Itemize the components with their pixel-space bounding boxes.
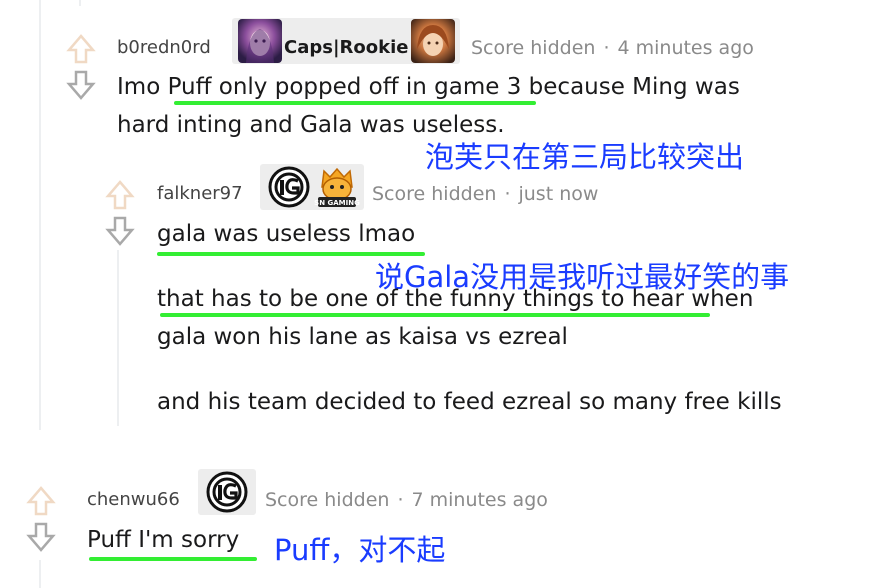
caps-avatar-icon bbox=[238, 19, 282, 63]
comment-1-annotation: 泡芙只在第三局比较突出 bbox=[425, 140, 745, 174]
thread-line-nested[interactable] bbox=[117, 250, 119, 426]
ig-logo-icon bbox=[205, 470, 249, 514]
comment-1-score: Score hidden bbox=[471, 37, 596, 59]
comment-2-score: Score hidden bbox=[372, 183, 497, 205]
comment-2-timestamp[interactable]: just now bbox=[518, 183, 598, 205]
comment-1-timestamp[interactable]: 4 minutes ago bbox=[617, 37, 753, 59]
thread-line-top[interactable] bbox=[39, 0, 41, 430]
meta-separator: · bbox=[603, 37, 610, 59]
comment-3-timestamp[interactable]: 7 minutes ago bbox=[411, 489, 547, 511]
comment-3-meta: Score hidden · 7 minutes ago bbox=[265, 489, 548, 511]
comment-1-username[interactable]: b0redn0rd bbox=[117, 37, 211, 58]
vote-controls-comment-1 bbox=[66, 34, 96, 100]
upvote-icon[interactable] bbox=[26, 486, 56, 552]
thread-line-upper-stub bbox=[79, 0, 81, 6]
upvote-icon[interactable] bbox=[105, 180, 135, 246]
comment-3-highlight-underline bbox=[89, 557, 257, 561]
comment-2-highlight-underline-2 bbox=[160, 313, 710, 317]
comment-3-body: Puff I'm sorry bbox=[87, 527, 240, 553]
comment-2-username[interactable]: falkner97 bbox=[157, 183, 243, 204]
upvote-icon[interactable] bbox=[66, 34, 96, 100]
comment-3-annotation: Puff，对不起 bbox=[274, 533, 446, 567]
comment-3-score: Score hidden bbox=[265, 489, 390, 511]
vote-controls-comment-2 bbox=[105, 180, 135, 246]
comment-3-username[interactable]: chenwu66 bbox=[87, 489, 180, 510]
comment-2-paragraph-1: gala was useless lmao bbox=[157, 221, 416, 247]
comment-1-highlight-underline bbox=[174, 101, 536, 105]
sn-gaming-logo-icon: SN GAMING bbox=[314, 165, 360, 209]
comment-2-meta: Score hidden · just now bbox=[372, 183, 598, 205]
comment-1-meta: Score hidden · 4 minutes ago bbox=[471, 37, 754, 59]
thread-line-bottom[interactable] bbox=[39, 560, 41, 588]
ig-logo-icon bbox=[267, 165, 311, 209]
rookie-avatar-icon bbox=[411, 19, 455, 63]
meta-separator: · bbox=[397, 489, 404, 511]
comment-2-paragraph-2-line-2: gala won his lane as kaisa vs ezreal bbox=[157, 324, 568, 350]
sn-gaming-logo-text: SN GAMING bbox=[314, 199, 360, 207]
comment-1-flair-text: Caps|Rookie bbox=[284, 37, 409, 58]
vote-controls-comment-3 bbox=[26, 486, 56, 552]
meta-separator: · bbox=[504, 183, 511, 205]
comment-2-paragraph-3: and his team decided to feed ezreal so m… bbox=[157, 389, 782, 415]
